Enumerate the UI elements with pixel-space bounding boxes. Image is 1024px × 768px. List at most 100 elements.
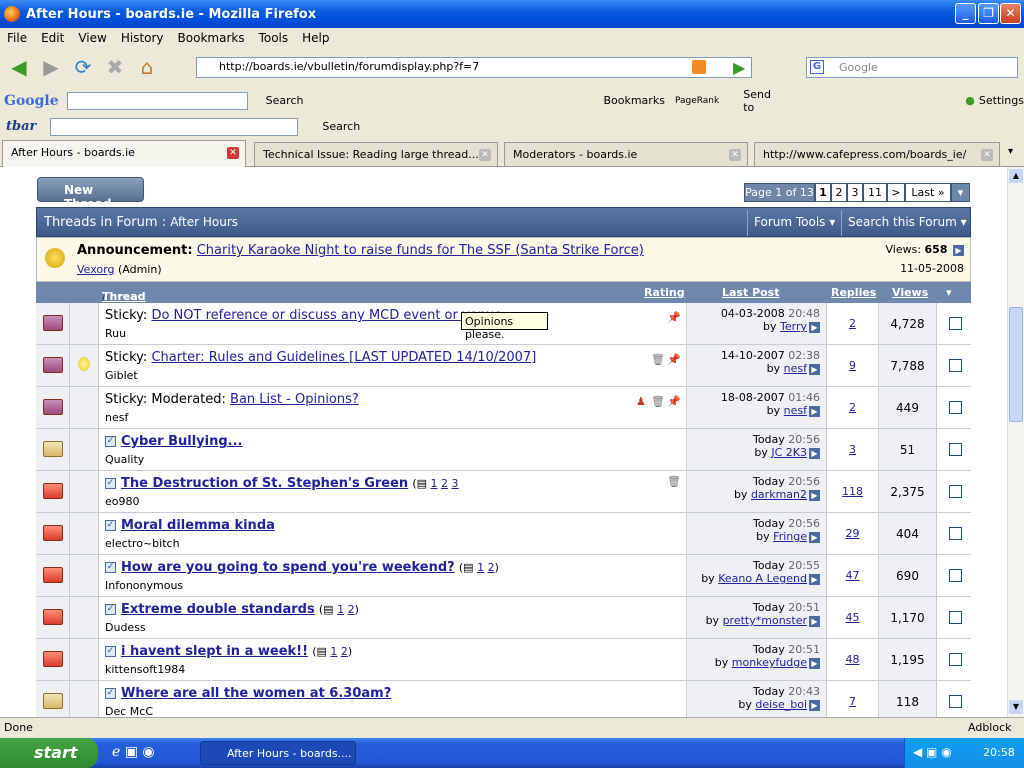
tab-cafepress[interactable]: http://www.cafepress.com/boards_ie/✕ [754, 142, 1000, 166]
last-post-user[interactable]: deise_boi [755, 698, 807, 711]
stop-button[interactable]: ✖ [102, 54, 128, 80]
forward-button[interactable]: ▶ [38, 54, 64, 80]
row-checkbox[interactable] [949, 695, 962, 708]
col-rating[interactable]: Rating [644, 286, 685, 299]
maximize-button[interactable]: ❐ [978, 3, 999, 24]
page-link[interactable]: 2 [348, 603, 355, 616]
page-link[interactable]: 1 [477, 561, 484, 574]
thread-title[interactable]: The Destruction of St. Stephen's Green [121, 476, 408, 491]
thread-title[interactable]: Ban List - Opinions? [230, 392, 359, 407]
menu-help[interactable]: Help [295, 31, 336, 45]
replies-count[interactable]: 48 [846, 653, 860, 666]
replies-count[interactable]: 9 [849, 359, 856, 372]
announcement-author[interactable]: Vexorg [77, 263, 114, 276]
tab-technical-issue[interactable]: Technical Issue: Reading large thread...… [254, 142, 498, 166]
col-menu-icon[interactable]: ▾ [946, 286, 952, 299]
rss-icon[interactable] [692, 60, 706, 74]
page-link[interactable]: 1 [337, 603, 344, 616]
go-arrow-icon[interactable]: ▶ [809, 699, 820, 711]
page-link[interactable]: 3 [452, 477, 459, 490]
menu-edit[interactable]: Edit [34, 31, 71, 45]
close-button[interactable]: ✕ [1000, 3, 1021, 24]
tab-list-icon[interactable]: ▾ [1008, 146, 1013, 157]
settings-button[interactable]: Settings [979, 94, 1024, 107]
go-arrow-icon[interactable]: ▶ [809, 363, 820, 375]
start-button[interactable]: start [0, 738, 98, 768]
row-checkbox[interactable] [949, 401, 962, 414]
last-post-user[interactable]: Terry [780, 320, 807, 333]
menu-tools[interactable]: Tools [252, 31, 296, 45]
go-arrow-icon[interactable]: ▶ [809, 573, 820, 585]
home-button[interactable]: ⌂ [134, 54, 160, 80]
search-forum-button[interactable]: Search this Forum ▾ [841, 210, 971, 236]
vertical-scrollbar[interactable]: ▲ ▼ [1007, 167, 1024, 717]
tab-after-hours[interactable]: After Hours - boards.ie ✕ [2, 140, 246, 167]
thread-title[interactable]: Extreme double standards [121, 602, 315, 617]
pager-page-3[interactable]: 3 [847, 183, 863, 202]
replies-count[interactable]: 2 [849, 317, 856, 330]
replies-count[interactable]: 29 [846, 527, 860, 540]
tab-moderators[interactable]: Moderators - boards.ie ✕ [504, 142, 748, 166]
last-post-user[interactable]: darkman2 [751, 488, 807, 501]
menu-file[interactable]: File [0, 31, 34, 45]
go-arrow-icon[interactable]: ▶ [809, 405, 820, 417]
row-checkbox[interactable] [949, 611, 962, 624]
menu-bookmarks[interactable]: Bookmarks [171, 31, 252, 45]
close-tab-icon[interactable]: ✕ [729, 149, 741, 161]
close-tab-icon[interactable]: ✕ [981, 149, 993, 161]
replies-count[interactable]: 47 [846, 569, 860, 582]
forum-tools-button[interactable]: Forum Tools ▾ [747, 210, 841, 236]
thread-title[interactable]: Do NOT reference or discuss any MCD even… [151, 308, 502, 323]
adblock-button[interactable]: Adblock [968, 721, 1012, 734]
go-arrow-icon[interactable]: ▶ [809, 615, 820, 627]
row-checkbox[interactable] [949, 527, 962, 540]
reload-button[interactable]: ⟳ [70, 54, 96, 80]
menu-history[interactable]: History [114, 31, 171, 45]
scroll-up-arrow-icon[interactable]: ▲ [1009, 169, 1023, 183]
go-icon[interactable]: ▶ [733, 58, 745, 77]
pager-page-1[interactable]: 1 [815, 183, 831, 202]
new-thread-button[interactable]: New Thread [37, 177, 144, 211]
col-last-post[interactable]: Last Post [722, 286, 780, 299]
go-arrow-icon[interactable]: ▶ [809, 447, 820, 459]
page-link[interactable]: 2 [488, 561, 495, 574]
go-arrow-icon[interactable]: ▶ [809, 489, 820, 501]
bookmarks-button[interactable]: Bookmarks [603, 94, 664, 107]
thread-title[interactable]: Cyber Bullying... [121, 434, 242, 449]
scroll-thumb[interactable] [1009, 307, 1023, 422]
pager-next[interactable]: > [887, 183, 905, 202]
quicklaunch-icons[interactable]: ℯ ▣ ◉ [112, 744, 155, 760]
pager-page-11[interactable]: 11 [863, 183, 887, 202]
search-input[interactable]: Google [806, 57, 1018, 78]
tbar-search-combo[interactable] [50, 117, 299, 136]
sendto-button[interactable]: Send to [743, 88, 775, 114]
thread-title[interactable]: Where are all the women at 6.30am? [121, 686, 391, 701]
announcement-title[interactable]: Charity Karaoke Night to raise funds for… [197, 243, 644, 258]
replies-count[interactable]: 7 [849, 695, 856, 708]
go-arrow-icon[interactable]: ▶ [809, 657, 820, 669]
thread-title[interactable]: Charter: Rules and Guidelines [LAST UPDA… [151, 350, 536, 365]
close-tab-icon[interactable]: ✕ [479, 149, 491, 161]
last-post-user[interactable]: monkeyfudge [732, 656, 807, 669]
thread-title[interactable]: Moral dilemma kinda [121, 518, 275, 533]
replies-count[interactable]: 45 [846, 611, 860, 624]
taskbar-firefox-task[interactable]: After Hours - boards.... [200, 741, 356, 765]
pager-menu-icon[interactable]: ▾ [951, 183, 970, 202]
last-post-user[interactable]: Fringe [773, 530, 807, 543]
url-field[interactable]: http://boards.ie/vbulletin/forumdisplay.… [196, 57, 752, 78]
last-post-user[interactable]: nesf [784, 404, 807, 417]
row-checkbox[interactable] [949, 359, 962, 372]
google-search-combo[interactable] [66, 91, 248, 110]
replies-count[interactable]: 2 [849, 401, 856, 414]
google-search-button[interactable]: Search [266, 94, 304, 107]
row-checkbox[interactable] [949, 443, 962, 456]
google-engine-icon[interactable]: G [810, 60, 824, 74]
pager-page-2[interactable]: 2 [831, 183, 847, 202]
page-link[interactable]: 2 [341, 645, 348, 658]
go-arrow-icon[interactable]: ▶ [953, 244, 964, 256]
row-checkbox[interactable] [949, 653, 962, 666]
last-post-user[interactable]: pretty*monster [723, 614, 807, 627]
back-button[interactable]: ◀ [6, 54, 32, 80]
thread-title[interactable]: How are you going to spend you're weeken… [121, 560, 455, 575]
last-post-user[interactable]: nesf [784, 362, 807, 375]
